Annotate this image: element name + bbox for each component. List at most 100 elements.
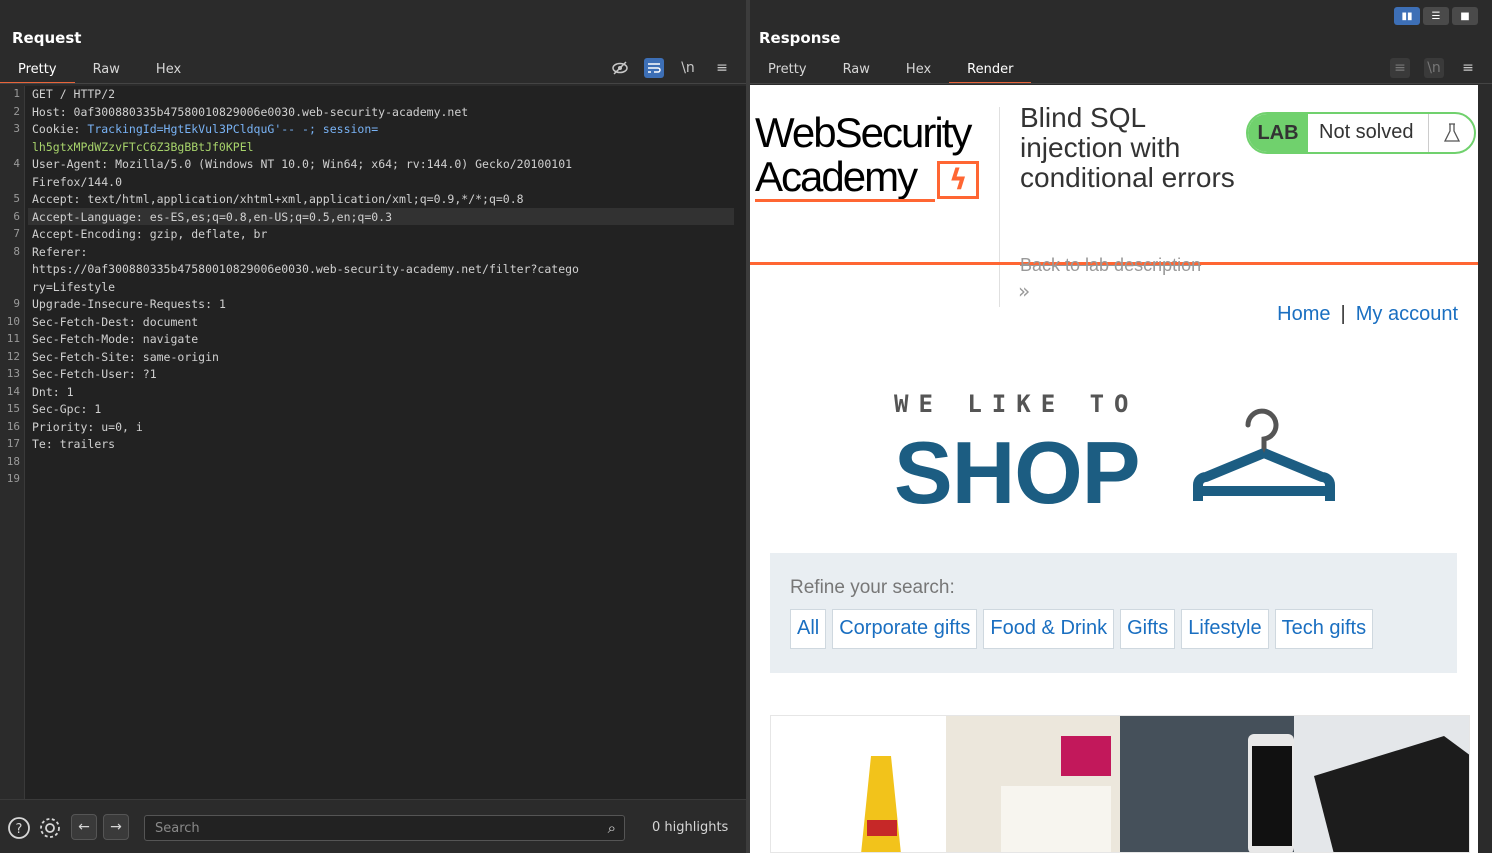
response-title: Response (759, 29, 841, 47)
request-editor[interactable]: 1 2 3 4 5 6 7 8 9 10 11 12 13 14 15 16 17 18 19 GET / HTTP… (0, 86, 746, 799)
response-panel: ▮▮ ☰ ■ Response Pretty Raw Hex Render ≡ … (750, 0, 1492, 853)
code-line[interactable]: Sec-Fetch-Dest: document (32, 314, 198, 331)
single-pane-layout-icon[interactable]: ■ (1452, 7, 1478, 25)
code-line[interactable]: Accept-Encoding: gzip, deflate, br (32, 226, 267, 243)
code-line[interactable]: Referer: (32, 244, 87, 261)
side-by-side-layout-icon[interactable]: ▮▮ (1394, 7, 1420, 25)
hide-eye-icon[interactable] (610, 58, 630, 78)
tab-pretty[interactable]: Pretty (0, 58, 75, 84)
product-image-tea[interactable] (946, 716, 1120, 852)
header-key: Sec-Fetch-User: (32, 367, 136, 381)
filter-all[interactable]: All (790, 609, 827, 649)
nav-my-account-link[interactable]: My account (1356, 303, 1458, 326)
header-key: Accept-Encoding: (32, 227, 143, 241)
product-grid (770, 715, 1470, 853)
header-value: u=0, i (94, 419, 143, 434)
code-line[interactable]: Upgrade-Insecure-Requests: 1 (32, 296, 226, 313)
menu-icon[interactable]: ≡ (712, 58, 732, 78)
logo-bolt-icon: ϟ (949, 163, 968, 196)
header-key: Cookie: (32, 122, 81, 136)
code-line[interactable]: Sec-Gpc: 1 (32, 401, 101, 418)
code-line[interactable]: Cookie: TrackingId=HgtEkVul3PCldquG'-- -… (32, 121, 378, 138)
settings-gear-icon[interactable] (37, 815, 63, 841)
code-line[interactable]: Te: trailers (32, 436, 115, 453)
header-value: document (135, 314, 199, 329)
line-number: 8 (13, 244, 20, 258)
tab-hex[interactable]: Hex (138, 58, 199, 84)
help-icon[interactable]: ? (6, 815, 32, 841)
web-security-academy-logo[interactable]: WebSecurity Academy ϟ (755, 109, 1000, 204)
response-scrollbar[interactable] (1478, 85, 1492, 853)
request-tab-divider (0, 83, 746, 84)
tab-raw[interactable]: Raw (825, 58, 888, 84)
search-input[interactable]: Search ⌕ (144, 815, 625, 841)
code-line[interactable]: GET / HTTP/2 (32, 86, 115, 103)
svg-text:?: ? (16, 822, 23, 837)
header-key: GET / HTTP/2 (32, 87, 116, 101)
header-value: text/html,application/xhtml+xml,applicat… (80, 192, 524, 206)
wrap-lines-icon[interactable]: ≡ (1390, 58, 1410, 78)
rendered-page[interactable]: WebSecurity Academy ϟ Blind SQL injectio… (750, 85, 1478, 853)
code-line[interactable]: Dnt: 1 (32, 384, 74, 401)
filter-tech-gifts[interactable]: Tech gifts (1274, 609, 1374, 649)
hanger-icon (1193, 408, 1335, 501)
code-line[interactable]: https://0af300880335b47580010829006e0030… (32, 261, 579, 278)
newline-toggle-icon[interactable]: \n (678, 58, 698, 78)
line-number: 18 (6, 454, 20, 468)
tab-render[interactable]: Render (949, 58, 1032, 84)
code-line[interactable]: ry=Lifestyle (32, 279, 115, 296)
header-key: User-Agent: (32, 157, 109, 171)
line-number: 17 (6, 437, 20, 450)
banner-shop-word: SHOP (894, 423, 1140, 522)
product-image-enter-key[interactable] (1294, 716, 1469, 852)
nav-home-link[interactable]: Home (1277, 303, 1330, 326)
search-placeholder: Search (155, 821, 200, 836)
filter-food-drink[interactable]: Food & Drink (983, 609, 1115, 649)
code-line[interactable]: Sec-Fetch-Mode: navigate (32, 331, 198, 348)
header-value: trailers (52, 437, 116, 451)
previous-arrow-icon[interactable]: ← (71, 814, 97, 840)
code-line[interactable]: Host: 0af300880335b47580010829006e0030.w… (32, 104, 468, 121)
code-line[interactable]: Accept-Language: es-ES,es;q=0.8,en-US;q=… (32, 209, 392, 226)
tab-hex[interactable]: Hex (888, 58, 949, 84)
newline-toggle-icon[interactable]: \n (1424, 58, 1444, 78)
request-panel: Request Pretty Raw Hex \n ≡ 1 2 3 4 5 6 7 8 9 10 1… (0, 0, 746, 853)
product-image-caution-sign[interactable] (771, 716, 946, 852)
code-line[interactable]: Sec-Fetch-Site: same-origin (32, 349, 219, 366)
line-number: 16 (6, 419, 20, 433)
code-line[interactable]: Accept: text/html,application/xhtml+xml,… (32, 191, 524, 208)
code-line[interactable]: Priority: u=0, i (32, 419, 143, 436)
menu-icon[interactable]: ≡ (1458, 58, 1478, 78)
tab-raw[interactable]: Raw (75, 58, 138, 84)
stacked-layout-icon[interactable]: ☰ (1423, 7, 1449, 25)
code-line[interactable]: User-Agent: Mozilla/5.0 (Windows NT 10.0… (32, 156, 572, 173)
tab-pretty[interactable]: Pretty (750, 58, 825, 84)
header-value: ?1 (135, 367, 157, 381)
filter-lifestyle[interactable]: Lifestyle (1181, 609, 1269, 649)
line-number: 3 (13, 122, 20, 135)
search-icon[interactable]: ⌕ (608, 819, 616, 837)
header-key: Upgrade-Insecure-Requests: (32, 297, 213, 311)
header-key: Referer: (32, 244, 88, 259)
header-value: 1 (59, 384, 74, 399)
chevron-right-icon[interactable]: » (1018, 279, 1030, 303)
header-key: Sec-Fetch-Mode: (32, 332, 136, 346)
response-tabs: Pretty Raw Hex Render (750, 58, 1032, 84)
back-to-lab-link[interactable]: Back to lab description (1020, 255, 1201, 276)
header-key: Accept: (32, 192, 81, 206)
header-key: Sec-Fetch-Dest: (32, 314, 136, 329)
refine-search-box: Refine your search: All Corporate gifts … (770, 553, 1457, 673)
request-title: Request (12, 29, 82, 47)
product-image-phone[interactable] (1120, 716, 1294, 852)
code-line[interactable]: Firefox/144.0 (32, 174, 122, 191)
logo-text-line2: Academy (755, 153, 918, 200)
header-key: Te: (32, 437, 53, 451)
filter-gifts[interactable]: Gifts (1120, 609, 1176, 649)
code-line[interactable]: Sec-Fetch-User: ?1 (32, 366, 157, 383)
code-line[interactable]: lh5gtxMPdWZzvFTcC6Z3BgBBtJf0KPEl (32, 139, 254, 156)
next-arrow-icon[interactable]: → (103, 814, 129, 840)
wrap-lines-icon[interactable] (644, 58, 664, 78)
lab-status: Not solved (1319, 121, 1414, 143)
header-key: Sec-Fetch-Site: (32, 349, 136, 364)
filter-corporate-gifts[interactable]: Corporate gifts (832, 609, 978, 649)
